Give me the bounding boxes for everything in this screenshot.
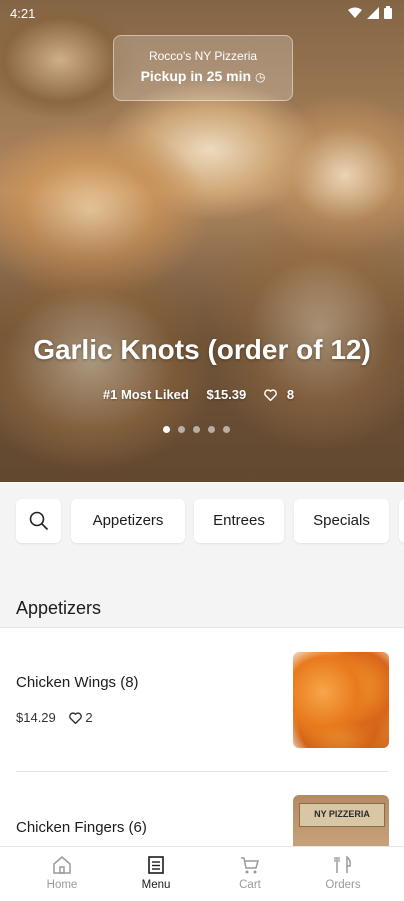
nav-menu-label: Menu	[141, 879, 171, 891]
heart-icon	[264, 389, 277, 401]
featured-likes-count: 8	[286, 387, 295, 402]
menu-item[interactable]: Chicken Wings (8) $14.29 2	[0, 628, 404, 771]
restaurant-name: Rocco's NY Pizzeria	[148, 49, 258, 63]
battery-icon	[384, 6, 392, 19]
menu-icon	[148, 856, 164, 874]
nav-home-label: Home	[46, 879, 78, 891]
category-chip-specials[interactable]: Specials	[294, 499, 389, 543]
clock-icon: ◷	[254, 70, 266, 84]
featured-item-title: Garlic Knots (order of 12)	[33, 334, 371, 365]
carousel-dot[interactable]	[193, 426, 200, 433]
carousel-indicator[interactable]	[163, 426, 230, 433]
wifi-icon	[348, 7, 362, 18]
heart-icon	[69, 712, 83, 724]
home-icon	[53, 856, 71, 874]
category-chip-entrees[interactable]: Entrees	[194, 499, 284, 543]
menu-item-meta: $14.29 2	[16, 710, 93, 725]
category-chip-appetizers[interactable]: Appetizers	[71, 499, 185, 543]
nav-cart-label: Cart	[239, 879, 261, 891]
search-icon	[29, 511, 48, 531]
carousel-dot[interactable]	[223, 426, 230, 433]
orders-icon	[334, 855, 351, 873]
menu-item-image: NY PIZZERIA	[293, 795, 389, 846]
featured-item-meta: #1 Most Liked $15.39 8	[0, 387, 404, 402]
featured-hero[interactable]: 4:21 Rocco's NY Pizzeria Pickup in 25 mi…	[0, 0, 404, 482]
search-button[interactable]	[16, 499, 61, 543]
menu-item-image-label: NY PIZZERIA	[299, 803, 385, 827]
pickup-time: Pickup in 25 min ◷	[114, 68, 292, 84]
menu-item-image	[293, 652, 389, 748]
nav-cart[interactable]: Cart	[210, 855, 290, 891]
carousel-dot[interactable]	[208, 426, 215, 433]
bottom-navigation: Home Menu Cart Orders	[0, 846, 404, 901]
status-icons	[348, 6, 392, 19]
featured-rank: #1 Most Liked	[102, 387, 189, 402]
featured-price: $15.39	[206, 387, 247, 402]
nav-orders[interactable]: Orders	[303, 855, 383, 891]
menu-item-price: $14.29	[16, 710, 56, 725]
menu-item-name: Chicken Fingers (6)	[16, 819, 147, 836]
menu-item[interactable]: Chicken Fingers (6) NY PIZZERIA	[0, 772, 404, 846]
status-bar: 4:21	[0, 0, 404, 26]
carousel-dot[interactable]	[163, 426, 170, 433]
nav-orders-label: Orders	[325, 879, 361, 891]
pickup-info-button[interactable]: Rocco's NY Pizzeria Pickup in 25 min ◷	[113, 35, 293, 101]
menu-item-name: Chicken Wings (8)	[16, 674, 139, 691]
featured-likes: 8	[264, 387, 301, 402]
carousel-dot[interactable]	[178, 426, 185, 433]
nav-menu[interactable]: Menu	[116, 855, 196, 891]
category-chip-bar: Appetizers Entrees Specials	[0, 483, 404, 558]
menu-item-likes: 2	[69, 710, 93, 725]
status-time: 4:21	[10, 6, 36, 21]
signal-icon	[367, 6, 379, 19]
pickup-time-label: Pickup in 25 min	[140, 68, 252, 84]
category-chip-more[interactable]	[399, 499, 404, 543]
nav-home[interactable]: Home	[22, 855, 102, 891]
menu-item-likes-count: 2	[85, 710, 93, 725]
section-title: Appetizers	[16, 598, 102, 618]
cart-icon	[241, 857, 259, 874]
